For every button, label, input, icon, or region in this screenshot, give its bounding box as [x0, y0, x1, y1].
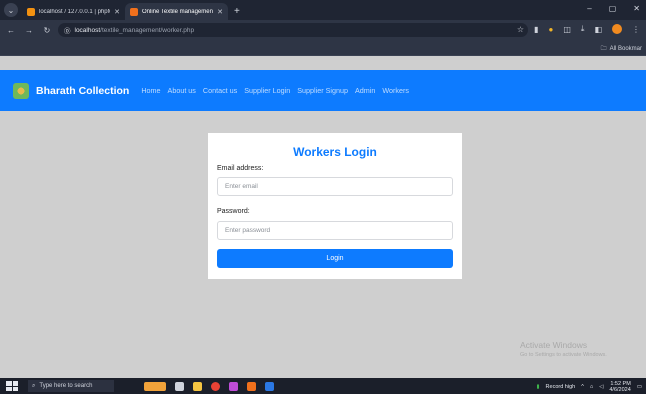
start-windows-icon[interactable] [6, 381, 18, 391]
volume-icon[interactable]: ◁ [599, 384, 603, 390]
site-navbar: Bharath Collection Home About us Contact… [0, 70, 646, 111]
download-icon[interactable]: ⤓ [581, 24, 585, 34]
reload-icon[interactable]: ↻ [40, 26, 54, 35]
all-bookmarks-label: All Bookmar [609, 46, 642, 52]
site-favicon-icon [130, 7, 138, 16]
nav-link-admin[interactable]: Admin [355, 86, 375, 95]
record-high-label[interactable]: Record high [546, 384, 576, 390]
taskbar-search-placeholder: Type here to search [39, 383, 93, 389]
all-bookmarks-button[interactable]: 🗀 All Bookmar [601, 44, 642, 54]
minimize-icon[interactable]: – [587, 4, 591, 13]
login-title: Workers Login [293, 145, 377, 159]
password-field[interactable]: Enter password [217, 221, 453, 240]
tab-search-chevron-icon[interactable]: ⌄ [4, 3, 18, 17]
url-host: localhost [74, 26, 101, 34]
clock[interactable]: 1:52 PM 4/6/2024 [609, 381, 630, 393]
close-window-icon[interactable]: ✕ [633, 4, 640, 13]
address-bar[interactable]: ⓪ localhost/textile_management/worker.ph… [58, 23, 528, 37]
browser-tab-phpmyadmin[interactable]: localhost / 127.0.0.1 | phpMyA ✕ [22, 3, 125, 20]
system-tray: ▮ Record high ^ ⌂ ◁ 1:52 PM 4/6/2024 ▭ [537, 381, 642, 393]
chrome-icon[interactable] [211, 381, 220, 391]
browser-toolbar: ← → ↻ ⓪ localhost/textile_management/wor… [0, 20, 646, 40]
browser-tab-strip: ⌄ localhost / 127.0.0.1 | phpMyA ✕ Onlin… [0, 0, 646, 20]
tab-close-icon[interactable]: ✕ [217, 8, 223, 16]
color-app-icon[interactable] [229, 381, 238, 391]
tab-title: localhost / 127.0.0.1 | phpMyA [39, 8, 111, 15]
watermark-subtitle: Go to Settings to activate Windows. [520, 352, 607, 358]
tab-title: Online Textile management sys [142, 8, 214, 15]
email-field[interactable]: Enter email [217, 177, 453, 196]
back-arrow-icon[interactable]: ← [4, 26, 18, 35]
phpmyadmin-favicon-icon [27, 7, 35, 16]
nav-link-supplier-login[interactable]: Supplier Login [244, 86, 290, 95]
nav-links: Home About us Contact us Supplier Login … [141, 86, 409, 95]
task-view-icon[interactable] [175, 381, 184, 391]
taskbar-apps [144, 381, 274, 391]
nav-link-about[interactable]: About us [168, 86, 196, 95]
orange-app-icon[interactable] [247, 381, 256, 391]
network-icon[interactable]: ⌂ [590, 384, 593, 390]
search-icon: ⌕ [32, 382, 36, 389]
forward-arrow-icon[interactable]: → [22, 26, 36, 35]
maximize-icon[interactable]: ▢ [609, 4, 617, 13]
activation-watermark: Activate Windows Go to Settings to activ… [520, 340, 607, 358]
browser-tab-textile[interactable]: Online Textile management sys ✕ [125, 3, 228, 20]
bookmarks-bar: 🗀 All Bookmar [0, 40, 646, 56]
word-icon[interactable] [265, 381, 274, 391]
bookmark-star-icon[interactable]: ☆ [517, 25, 524, 34]
menu-kebab-icon[interactable]: ⋮ [632, 25, 640, 34]
taskbar: ⌕ Type here to search ▮ Record high ^ ⌂ … [0, 378, 646, 394]
file-explorer-icon[interactable] [193, 381, 202, 391]
clock-date: 4/6/2024 [609, 387, 631, 393]
login-button[interactable]: Login [217, 249, 453, 268]
widgets-icon[interactable] [144, 381, 166, 391]
extension-icon[interactable]: ▮ [534, 25, 538, 34]
taskbar-search-box[interactable]: ⌕ Type here to search [28, 380, 114, 392]
brand-logo[interactable] [13, 82, 29, 99]
email-label: Email address: [217, 165, 264, 172]
window-controls: – ▢ ✕ [587, 4, 640, 13]
extensions-puzzle-icon[interactable]: ◫ [563, 25, 571, 34]
login-card: Workers Login Email address: Enter email… [208, 133, 462, 279]
tab-close-icon[interactable]: ✕ [114, 8, 120, 16]
profile-avatar[interactable] [612, 24, 622, 34]
toolbar-actions: ☆ ▮ ● ◫ ⤓ ◧ ⋮ [517, 24, 640, 34]
sidebar-icon[interactable]: ◧ [594, 25, 602, 34]
password-label: Password: [217, 208, 250, 215]
extension-color-icon[interactable]: ● [548, 25, 553, 34]
nav-link-supplier-signup[interactable]: Supplier Signup [297, 86, 348, 95]
record-stock-icon: ▮ [536, 384, 540, 390]
watermark-title: Activate Windows [520, 340, 588, 350]
notifications-icon[interactable]: ▭ [637, 384, 642, 390]
folder-icon: 🗀 [600, 46, 607, 52]
nav-link-home[interactable]: Home [141, 86, 160, 95]
nav-link-contact[interactable]: Contact us [203, 86, 237, 95]
nav-link-workers[interactable]: Workers [382, 86, 409, 95]
url-path: /textile_management/worker.php [100, 26, 195, 34]
new-tab-button[interactable]: + [234, 6, 240, 17]
brand-name[interactable]: Bharath Collection [36, 85, 129, 97]
site-info-icon[interactable]: ⓪ [64, 25, 71, 35]
tray-chevron-icon[interactable]: ^ [581, 384, 584, 390]
